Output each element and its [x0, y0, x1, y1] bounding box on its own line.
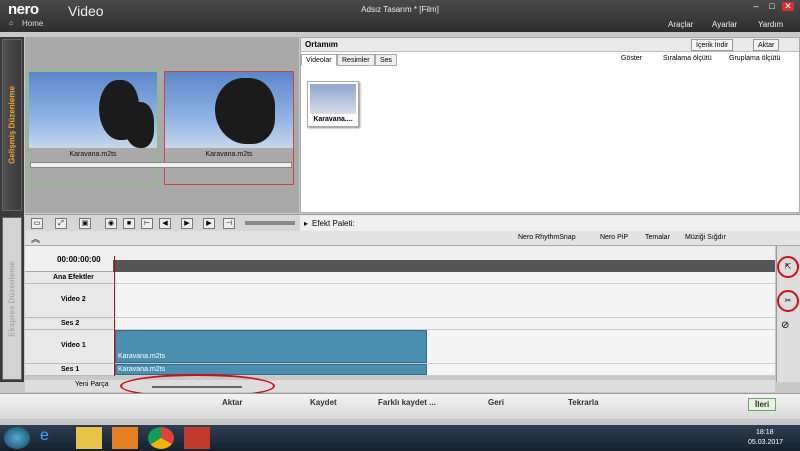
sidebar: Gelişmiş Düzenleme Ekspres Düzenleme	[0, 37, 24, 382]
next-frame-icon[interactable]: ▶	[203, 218, 215, 229]
track-head-video-2: Video 2	[25, 284, 113, 318]
ie-icon[interactable]: e	[40, 427, 66, 449]
preview-clip-2-label: Karavana.m2ts	[205, 151, 253, 158]
track-head-main-effects: Ana Efektler	[25, 272, 113, 284]
redo-button[interactable]: Tekrarla	[568, 398, 599, 407]
right-tool-column: ⇱ ✂ ⊘	[776, 246, 800, 382]
snap-icon[interactable]: ⇱	[777, 256, 799, 278]
tab-express-label: Ekspres Düzenleme	[7, 260, 17, 337]
home-icon[interactable]: ⌂	[9, 20, 13, 27]
themes-button[interactable]: Temalar	[645, 234, 670, 241]
ruler[interactable]: 00:00:00:00 0s 40s 1m0s 1m20s 1m40s 2m0s	[25, 246, 775, 272]
clock-time: 18:18	[756, 429, 774, 436]
new-part-button[interactable]: Yeni Parça	[75, 381, 109, 388]
volume-slider[interactable]	[245, 221, 295, 225]
track-label: Ana Efektler	[53, 274, 94, 281]
media-player-icon[interactable]	[112, 427, 138, 449]
collapse-icon[interactable]: ︽	[31, 232, 40, 245]
fullscreen-icon[interactable]: ⤢	[55, 218, 67, 229]
window-title: Adsız Tasarım * [Film]	[361, 5, 439, 14]
track-video-1[interactable]: Karavana.m2ts	[113, 330, 775, 364]
effects-label[interactable]: Efekt Paleti:	[312, 219, 355, 228]
clip-label: Karavana.m2ts	[118, 366, 166, 373]
export-bottom-button[interactable]: Aktar	[222, 398, 242, 407]
track-label: Ses 2	[61, 320, 80, 327]
stop-icon[interactable]: ■	[123, 218, 135, 229]
bottom-bar: Aktar Kaydet Farklı kaydet ... Geri Tekr…	[0, 393, 800, 419]
undo-button[interactable]: Geri	[488, 398, 504, 407]
media-title: Ortamım	[305, 40, 338, 49]
explorer-icon[interactable]	[76, 427, 102, 449]
chevron-right-icon: ▸	[304, 219, 309, 228]
ruler-strip[interactable]	[113, 260, 775, 272]
track-label: Ses 1	[61, 366, 80, 373]
media-header: Ortamım İçerik İndir Aktar	[301, 38, 799, 52]
tab-advanced-editing[interactable]: Gelişmiş Düzenleme	[2, 39, 22, 211]
nero-taskbar-icon[interactable]	[184, 427, 210, 449]
zoom-bar: Yeni Parça	[25, 374, 775, 398]
timecode: 00:00:00:00	[57, 255, 101, 264]
effects-palette-bar: ▸ Efekt Paleti:	[300, 214, 800, 231]
save-button[interactable]: Kaydet	[310, 398, 337, 407]
tab-videos[interactable]: Videolar	[301, 54, 337, 66]
menu-yardim[interactable]: Yardım	[758, 20, 783, 29]
zoom-slider[interactable]	[152, 386, 242, 388]
track-head-audio-1: Ses 1	[25, 364, 113, 376]
tab-express-editing[interactable]: Ekspres Düzenleme	[2, 217, 22, 380]
media-item-label: Karavana....	[313, 116, 353, 123]
home-link[interactable]: Home	[22, 19, 43, 28]
snapshot-icon[interactable]: ◉	[105, 218, 117, 229]
rhythmsnap-button[interactable]: Nero RhythmSnap	[518, 234, 576, 241]
video-clip[interactable]: Karavana.m2ts	[115, 330, 427, 363]
track-audio-2[interactable]	[113, 318, 775, 330]
monitor-icon[interactable]: ▭	[31, 218, 43, 229]
close-button[interactable]: ✕	[782, 2, 794, 11]
tab-advanced-label: Gelişmiş Düzenleme	[7, 86, 17, 164]
track-main-effects[interactable]	[113, 272, 775, 284]
track-label: Video 2	[61, 296, 86, 303]
aspect-icon[interactable]: ▣	[79, 218, 91, 229]
preview-clip-1-label: Karavana.m2ts	[69, 151, 117, 158]
media-item[interactable]: Karavana....	[307, 81, 359, 127]
chrome-icon[interactable]	[148, 427, 174, 449]
track-head-video-1: Video 1	[25, 330, 113, 364]
mark-out-icon[interactable]: ⊣	[223, 218, 235, 229]
timeline: 00:00:00:00 0s 40s 1m0s 1m20s 1m40s 2m0s…	[25, 246, 775, 376]
audio-clip[interactable]: Karavana.m2ts	[115, 364, 427, 375]
clock-date: 05.03.2017	[748, 439, 784, 446]
tab-images[interactable]: Resimler	[337, 54, 375, 66]
timeline-toolbar: ︽ Nero RhythmSnap Nero PiP Temalar Müziğ…	[25, 231, 800, 246]
menu-ayarlar[interactable]: Ayarlar	[712, 20, 737, 29]
media-panel: Ortamım İçerik İndir Aktar Videolar Resi…	[300, 37, 800, 213]
sort-dropdown[interactable]: Sıralama ölçütü	[663, 55, 712, 62]
menu-araclar[interactable]: Araçlar	[668, 20, 693, 29]
play-icon[interactable]: ▶	[181, 218, 193, 229]
preview-panel: Karavana.m2ts Karavana.m2ts	[25, 37, 299, 213]
export-button[interactable]: Aktar	[753, 39, 780, 51]
maximize-button[interactable]: □	[766, 2, 778, 11]
prev-frame-icon[interactable]: ◀	[159, 218, 171, 229]
mark-in-icon[interactable]: ⊢	[141, 218, 153, 229]
playback-controls: ▭ ⤢ ▣ ◉ ■ ⊢ ◀ ▶ ▶ ⊣	[25, 214, 300, 231]
track-head-audio-2: Ses 2	[25, 318, 113, 330]
clip-label: Karavana.m2ts	[118, 353, 166, 360]
preview-scrub-slider[interactable]	[30, 162, 292, 168]
next-button[interactable]: İleri	[748, 398, 777, 411]
scissors-icon[interactable]: ✂	[777, 290, 799, 312]
fit-music-button[interactable]: Müziği Sığdır	[685, 234, 726, 241]
group-dropdown[interactable]: Gruplama ölçütü	[729, 55, 780, 62]
show-dropdown[interactable]: Göster	[621, 55, 642, 62]
taskbar: e 18:18 05.03.2017	[0, 425, 800, 451]
minimize-button[interactable]: –	[750, 2, 762, 11]
tab-sound[interactable]: Ses	[375, 54, 398, 66]
undo-icon[interactable]: ⊘	[781, 320, 789, 331]
title-bar: nero Video ⌂ Home Adsız Tasarım * [Film]…	[0, 0, 800, 32]
save-as-button[interactable]: Farklı kaydet ...	[378, 398, 436, 407]
pip-button[interactable]: Nero PiP	[600, 234, 628, 241]
playhead[interactable]	[114, 256, 115, 376]
import-button[interactable]: İçerik İndir	[691, 39, 734, 51]
track-label: Video 1	[61, 342, 86, 349]
track-video-2[interactable]	[113, 284, 775, 318]
start-icon[interactable]	[4, 427, 30, 449]
